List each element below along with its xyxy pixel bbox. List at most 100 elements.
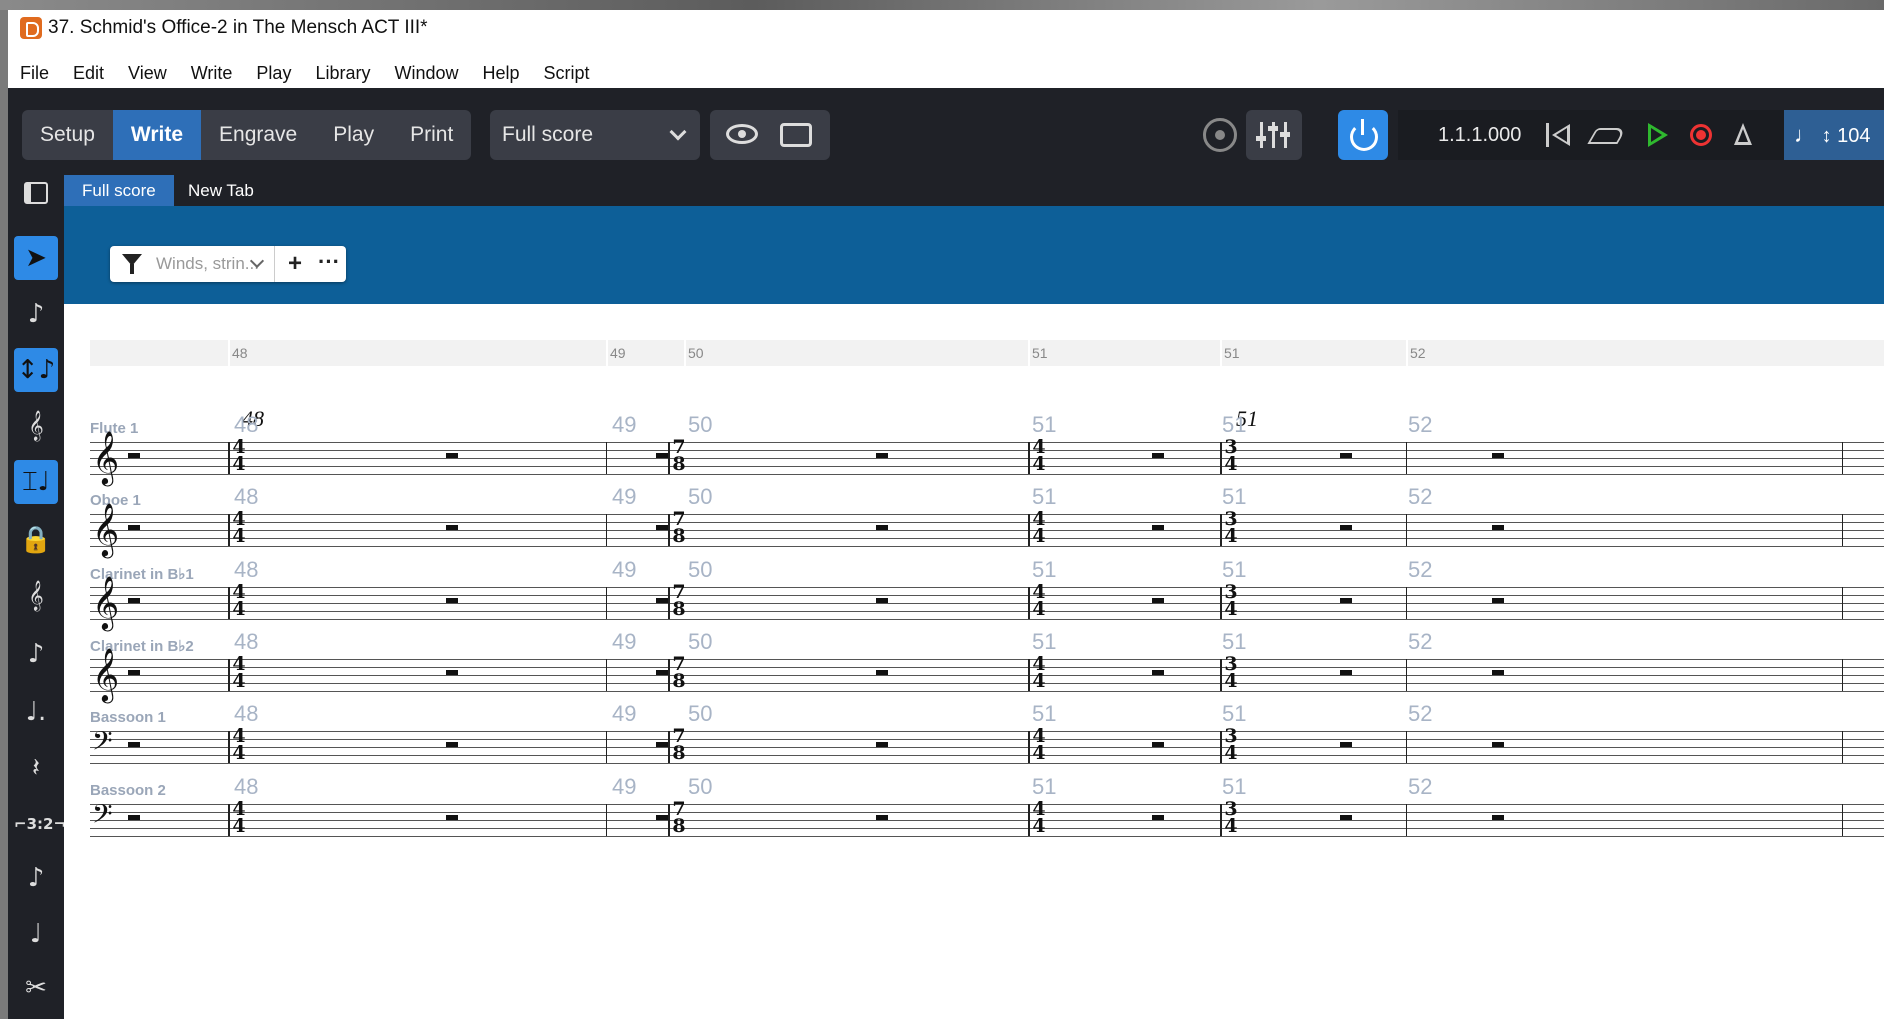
bar-rest[interactable] [1152, 598, 1164, 603]
bar-rest[interactable] [446, 742, 458, 747]
staff[interactable]: 𝄢 4 4 7 8 4 4 3 4 [90, 725, 1884, 764]
menu-edit[interactable]: Edit [61, 63, 116, 84]
menu-help[interactable]: Help [471, 63, 532, 84]
panel-toggle-icon[interactable] [14, 170, 58, 214]
bar-rest[interactable] [1492, 815, 1504, 820]
menu-play[interactable]: Play [244, 63, 303, 84]
lock-duration-icon[interactable]: 🔒 [14, 518, 58, 562]
time-signature[interactable]: 78 [672, 800, 686, 836]
time-signature[interactable]: 78 [672, 438, 686, 474]
time-signature[interactable]: 78 [672, 727, 686, 763]
activate-project-button[interactable] [1338, 110, 1388, 160]
bar-rest[interactable] [876, 453, 888, 458]
bar-rest[interactable] [656, 453, 668, 458]
time-signature[interactable]: 44 [1032, 438, 1046, 474]
filter-selector[interactable]: Winds, strin... [156, 246, 259, 282]
time-signature[interactable]: 78 [672, 583, 686, 619]
staff[interactable]: 𝄞 4 4 7 8 4 4 3 4 [90, 502, 1884, 556]
tab-new-tab[interactable]: New Tab [170, 175, 272, 206]
bar-rest[interactable] [1340, 525, 1352, 530]
staff[interactable]: 𝄞 4 4 7 8 4 4 3 4 [90, 647, 1884, 701]
add-filter-button[interactable]: + [280, 246, 310, 282]
mixer-button[interactable] [1246, 110, 1302, 160]
bar-rest[interactable] [1492, 525, 1504, 530]
tuplet-icon[interactable]: ⌐3:2¬ [14, 802, 66, 846]
insert-mode-icon[interactable]: ↕♪ [14, 348, 58, 392]
timecode-display[interactable]: 1.1.1.000 [1438, 110, 1521, 160]
bar-rest[interactable] [1492, 453, 1504, 458]
bar-rest[interactable] [446, 670, 458, 675]
mode-write[interactable]: Write [112, 110, 202, 160]
bar-rest[interactable] [128, 525, 140, 530]
bar-rest[interactable] [128, 598, 140, 603]
bar-rest[interactable] [1492, 670, 1504, 675]
bar-rest[interactable] [128, 815, 140, 820]
grace-note-icon[interactable]: ♪ [14, 632, 58, 676]
staff[interactable]: 𝄞 4 4 7 8 4 4 3 4 [90, 575, 1884, 629]
bar-rest[interactable] [1340, 742, 1352, 747]
bar-rest[interactable] [876, 670, 888, 675]
bar-rest[interactable] [1152, 670, 1164, 675]
caret-icon[interactable]: 𝄞 [14, 574, 58, 618]
menu-library[interactable]: Library [303, 63, 382, 84]
bar-rest[interactable] [876, 815, 888, 820]
time-signature[interactable]: 78 [672, 510, 686, 546]
dotted-note-icon[interactable]: ♩. [14, 690, 58, 734]
note-input-icon[interactable]: ♪ [14, 292, 58, 336]
ruler-bar-number[interactable]: 51 [1032, 340, 1048, 366]
ruler-bar-number[interactable]: 52 [1410, 340, 1426, 366]
bar-rest[interactable] [1340, 453, 1352, 458]
score-view[interactable]: 48 49 50 51 51 52 48 51 Flute 1 48 49 50 51 51 52 𝄞 4 4 7… [64, 304, 1884, 1019]
bar-rest[interactable] [128, 670, 140, 675]
video-reel-icon[interactable] [1203, 118, 1237, 152]
bar-rest[interactable] [1152, 742, 1164, 747]
mode-engrave[interactable]: Engrave [201, 110, 315, 160]
layout-selector[interactable]: Full score [490, 110, 700, 160]
time-signature[interactable]: 44 [232, 438, 246, 474]
bar-rest[interactable] [876, 525, 888, 530]
bar-rest[interactable] [1152, 525, 1164, 530]
bar-rest[interactable] [1340, 670, 1352, 675]
mode-play[interactable]: Play [315, 110, 392, 160]
time-signature[interactable]: 34 [1224, 727, 1238, 763]
bar-rest[interactable] [656, 742, 668, 747]
time-signature[interactable]: 44 [1032, 727, 1046, 763]
page-view-icon[interactable] [780, 123, 812, 147]
bar-rest[interactable] [1340, 598, 1352, 603]
bar-ruler[interactable]: 48 49 50 51 51 52 [90, 340, 1884, 366]
instrument-name[interactable]: Bassoon 2 [90, 782, 166, 799]
time-signature[interactable]: 44 [232, 800, 246, 836]
filter-icon[interactable] [122, 254, 142, 274]
time-signature[interactable]: 44 [1032, 510, 1046, 546]
bar-rest[interactable] [876, 742, 888, 747]
bar-rest[interactable] [1492, 598, 1504, 603]
time-signature[interactable]: 34 [1224, 800, 1238, 836]
rewind-icon[interactable] [1546, 123, 1572, 147]
cycle-icon[interactable] [1587, 128, 1627, 144]
select-arrow-icon[interactable]: ➤ [14, 236, 58, 280]
bar-rest[interactable] [446, 598, 458, 603]
bar-rest[interactable] [656, 670, 668, 675]
bar-rest[interactable] [1152, 815, 1164, 820]
mode-print[interactable]: Print [392, 110, 471, 160]
force-duration-icon[interactable]: ⌶♩ [14, 460, 58, 504]
menu-view[interactable]: View [116, 63, 179, 84]
tempo-display[interactable]: ♩ ↕ 104 [1784, 110, 1884, 160]
time-signature[interactable]: 44 [1032, 800, 1046, 836]
ruler-bar-number[interactable]: 51 [1224, 340, 1240, 366]
staff[interactable]: 𝄢 4 4 7 8 4 4 3 4 [90, 798, 1884, 837]
bar-rest[interactable] [876, 598, 888, 603]
time-signature[interactable]: 34 [1224, 510, 1238, 546]
scissors-icon[interactable]: ✂ [14, 966, 58, 1010]
more-options-button[interactable]: ··· [314, 246, 344, 278]
bar-rest[interactable] [656, 598, 668, 603]
bar-rest[interactable] [128, 453, 140, 458]
time-signature[interactable]: 44 [232, 510, 246, 546]
bar-rest[interactable] [1492, 742, 1504, 747]
time-signature[interactable]: 34 [1224, 583, 1238, 619]
menu-window[interactable]: Window [382, 63, 470, 84]
time-signature[interactable]: 44 [232, 727, 246, 763]
tab-full-score[interactable]: Full score [64, 175, 174, 206]
bar-rest[interactable] [446, 453, 458, 458]
time-signature[interactable]: 34 [1224, 655, 1238, 691]
